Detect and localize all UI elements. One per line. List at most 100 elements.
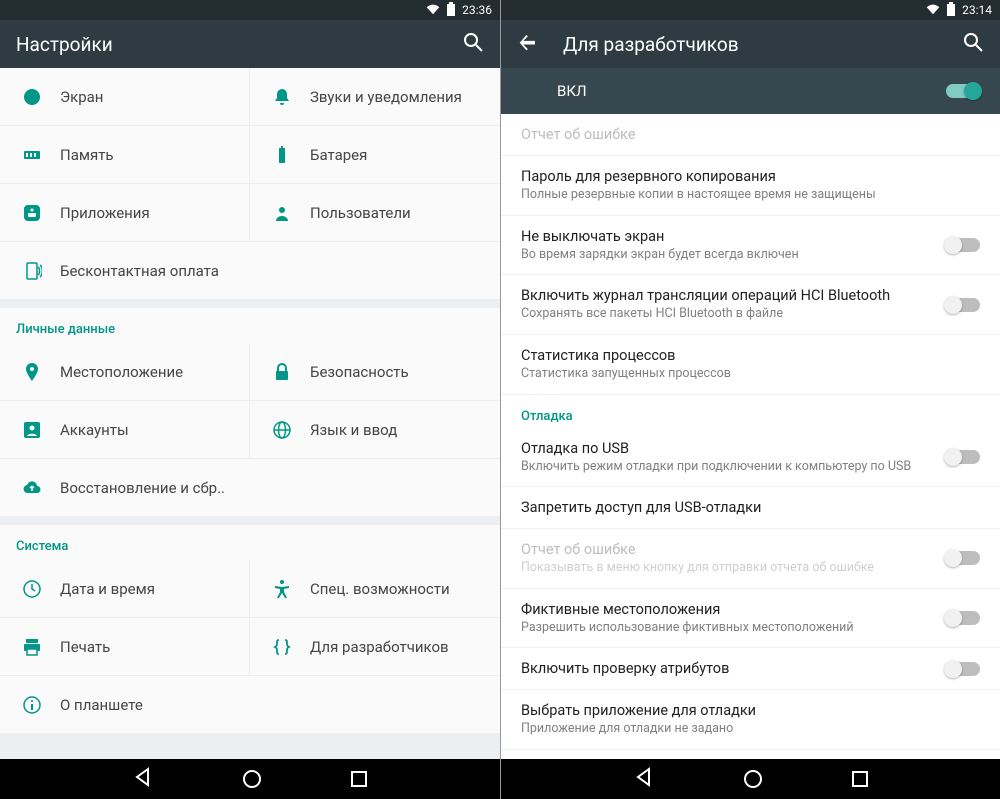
setting-memory[interactable]: Память — [0, 126, 250, 184]
backup-icon — [14, 478, 50, 498]
pref-switch[interactable] — [946, 611, 980, 625]
pref-item[interactable]: Выбрать приложение для отладки Приложение… — [501, 690, 1000, 750]
setting-label: Бесконтактная оплата — [50, 262, 219, 280]
setting-label: Батарея — [300, 146, 367, 164]
pref-item[interactable]: Не выключать экранВо время зарядки экран… — [501, 216, 1000, 276]
settings-content[interactable]: Экран Звуки и уведомления Память Батарея… — [0, 68, 500, 759]
setting-location[interactable]: Местоположение — [0, 343, 250, 401]
pref-item[interactable]: Статистика процессов Статистика запущенны… — [501, 335, 1000, 395]
apps-icon — [14, 203, 50, 223]
app-bar: Настройки — [0, 20, 500, 68]
setting-print[interactable]: Печать — [0, 618, 250, 676]
pref-title: Выбрать приложение для отладки — [521, 702, 980, 719]
setting-label: Память — [50, 146, 114, 164]
pref-item[interactable]: Включить проверку атрибутов — [501, 648, 1000, 690]
master-toggle-row[interactable]: ВКЛ — [501, 68, 1000, 114]
setting-label: Аккаунты — [50, 421, 129, 439]
nav-back[interactable] — [133, 767, 153, 791]
setting-lock[interactable]: Безопасность — [250, 343, 500, 401]
info-icon — [14, 695, 50, 715]
pref-subtitle: Во время зарядки экран будет всегда вклю… — [521, 247, 946, 263]
wifi-icon — [426, 2, 440, 19]
setting-bell[interactable]: Звуки и уведомления — [250, 68, 500, 126]
setting-label: Для разработчиков — [300, 638, 449, 656]
setting-label: Пользователи — [300, 204, 411, 222]
pref-subtitle: Включить режим отладки при подключении к… — [521, 459, 946, 475]
nav-recent[interactable] — [852, 771, 868, 787]
master-switch[interactable] — [946, 84, 980, 98]
section-system: Система — [0, 525, 500, 560]
wifi-icon — [926, 2, 940, 19]
section-debug: Отладка — [501, 395, 1000, 428]
pref-item[interactable]: Отладка по USB Включить режим отладки при… — [501, 428, 1000, 488]
setting-braces[interactable]: Для разработчиков — [250, 618, 500, 676]
setting-clock[interactable]: Дата и время — [0, 560, 250, 618]
setting-label: Безопасность — [300, 363, 409, 381]
pref-title: Отчет об ошибке — [521, 541, 946, 558]
setting-apps[interactable]: Приложения — [0, 184, 250, 242]
setting-label: О планшете — [50, 696, 143, 714]
pref-switch[interactable] — [946, 238, 980, 252]
language-icon — [264, 420, 300, 440]
nfc-icon — [14, 261, 50, 281]
setting-label: Спец. возможности — [300, 580, 450, 598]
setting-label: Звуки и уведомления — [300, 88, 462, 106]
nav-bar — [501, 759, 1000, 799]
developer-options-screen: 23:14 Для разработчиков ВКЛ Отчет об оши… — [500, 0, 1000, 799]
nav-home[interactable] — [243, 770, 261, 788]
pref-subtitle: Статистика запущенных процессов — [521, 366, 980, 382]
pref-switch[interactable] — [946, 450, 980, 464]
pref-title: Статистика процессов — [521, 347, 980, 364]
setting-language[interactable]: Язык и ввод — [250, 401, 500, 459]
setting-info[interactable]: О планшете — [0, 676, 500, 734]
pref-title: Включить журнал трансляции операций HCI … — [521, 287, 946, 304]
pref-subtitle: Сохранять все пакеты HCI Bluetooth в фай… — [521, 306, 946, 322]
setting-label: Печать — [50, 638, 110, 656]
pref-subtitle: Приложение для отладки не задано — [521, 721, 980, 737]
screen-title: Настройки — [16, 33, 462, 56]
battery-icon — [944, 2, 958, 19]
pref-item[interactable]: Включить журнал трансляции операций HCI … — [501, 275, 1000, 335]
setting-nfc[interactable]: Бесконтактная оплата — [0, 242, 500, 300]
pref-switch[interactable] — [946, 298, 980, 312]
braces-icon — [264, 637, 300, 657]
print-icon — [14, 637, 50, 657]
setting-label: Экран — [50, 88, 103, 106]
setting-battery[interactable]: Батарея — [250, 126, 500, 184]
nav-home[interactable] — [744, 770, 762, 788]
status-bar: 23:36 — [0, 0, 500, 20]
nav-back[interactable] — [634, 767, 654, 791]
battery-icon — [444, 2, 458, 19]
status-bar: 23:14 — [501, 0, 1000, 20]
pref-item[interactable]: Фиктивные местоположенияРазрешить исполь… — [501, 589, 1000, 649]
pref-switch — [946, 551, 980, 565]
clock-icon — [14, 579, 50, 599]
pref-title: Отладка по USB — [521, 440, 946, 457]
setting-label: Восстановление и сбр.. — [50, 479, 225, 497]
pref-title: Запретить доступ для USB-отладки — [521, 499, 980, 516]
setting-backup[interactable]: Восстановление и сбр.. — [0, 459, 500, 517]
search-button[interactable] — [462, 31, 484, 58]
setting-account[interactable]: Аккаунты — [0, 401, 250, 459]
setting-user[interactable]: Пользователи — [250, 184, 500, 242]
pref-switch[interactable] — [946, 662, 980, 676]
pref-item[interactable]: Пароль для резервного копирования Полные … — [501, 156, 1000, 216]
setting-label: Приложения — [50, 204, 150, 222]
search-button[interactable] — [962, 31, 984, 58]
back-button[interactable] — [517, 31, 539, 58]
bell-icon — [264, 87, 300, 107]
status-time: 23:14 — [962, 3, 992, 17]
pref-item: Отчет об ошибкеПоказывать в меню кнопку … — [501, 529, 1000, 589]
prefs-list[interactable]: Отчет об ошибке Пароль для резервного коп… — [501, 114, 1000, 759]
pref-item[interactable]: Запретить доступ для USB-отладки — [501, 487, 1000, 529]
display-icon — [14, 87, 50, 107]
master-toggle-label: ВКЛ — [557, 82, 946, 100]
setting-display[interactable]: Экран — [0, 68, 250, 126]
screen-title: Для разработчиков — [563, 33, 962, 56]
setting-accessibility[interactable]: Спец. возможности — [250, 560, 500, 618]
nav-recent[interactable] — [351, 771, 367, 787]
pref-title: Пароль для резервного копирования — [521, 168, 980, 185]
memory-icon — [14, 145, 50, 165]
pref-title: Включить проверку атрибутов — [521, 660, 946, 677]
pref-subtitle: Полные резервные копии в настоящее время… — [521, 187, 980, 203]
